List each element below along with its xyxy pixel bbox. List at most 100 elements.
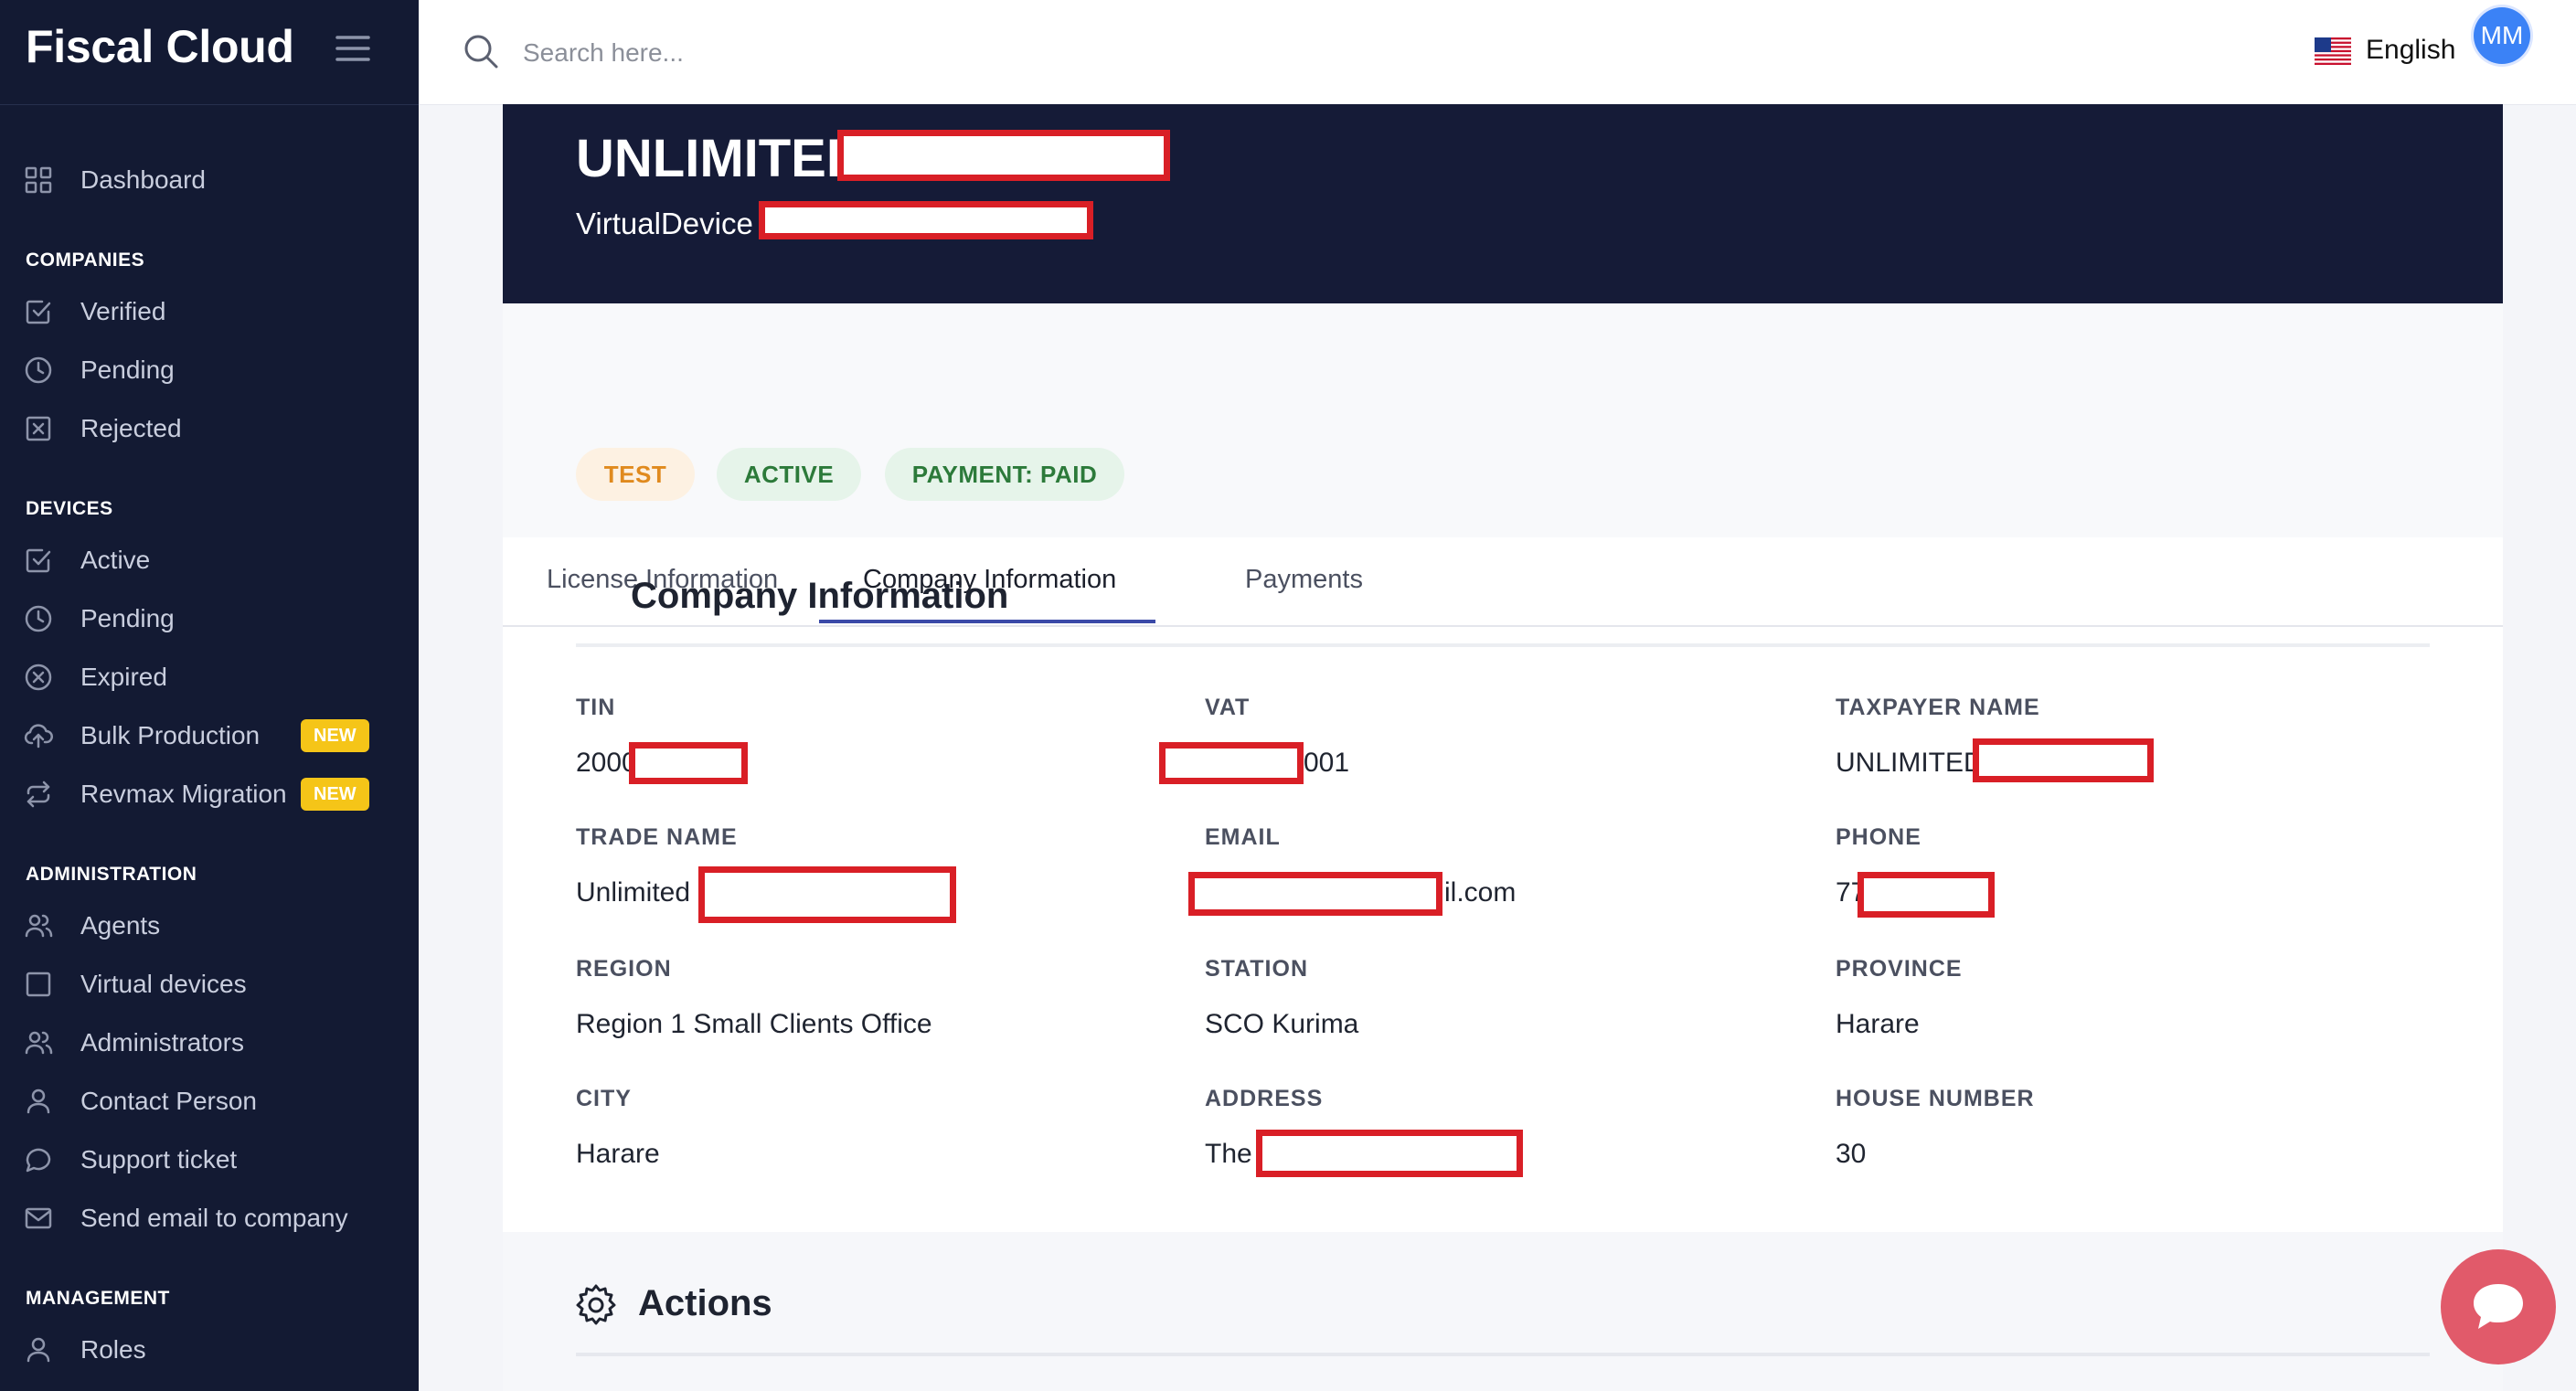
active-tab-indicator	[819, 620, 1155, 623]
section-title: Company Information	[631, 576, 1009, 616]
field-label-region: REGION	[576, 956, 672, 982]
field-value-taxpayer-name: UNLIMITED	[1836, 748, 1984, 778]
divider	[576, 643, 2430, 647]
language-label: English	[2366, 35, 2456, 65]
sidebar-item-send-email[interactable]: Send email to company	[0, 1193, 419, 1244]
field-value-house-number: 30	[1836, 1139, 1867, 1169]
field-value-region: Region 1 Small Clients Office	[576, 1009, 932, 1039]
tab-payments[interactable]: Payments	[1245, 565, 1363, 595]
sidebar-item-virtual-devices[interactable]: Virtual devices	[0, 959, 419, 1010]
sidebar-item-label: Contact Person	[80, 1087, 257, 1115]
search-icon	[463, 33, 499, 69]
redaction-box	[1159, 742, 1304, 784]
brand-bar: Fiscal Cloud	[0, 0, 419, 105]
hamburger-icon[interactable]	[335, 33, 371, 64]
status-badge-payment: PAYMENT: PAID	[885, 448, 1124, 501]
user-icon	[24, 1335, 53, 1364]
sidebar-item-support-ticket[interactable]: Support ticket	[0, 1134, 419, 1185]
field-label-trade-name: TRADE NAME	[576, 824, 738, 850]
field-value-station: SCO Kurima	[1205, 1009, 1359, 1039]
square-icon	[24, 970, 53, 999]
clock-icon	[24, 356, 53, 385]
status-chips-row: TEST ACTIVE PAYMENT: PAID	[503, 303, 2503, 538]
sidebar-item-label: Expired	[80, 663, 167, 691]
sidebar-item-label: Roles	[80, 1335, 146, 1364]
sidebar-item-label: Administrators	[80, 1028, 244, 1057]
sidebar-item-label: Virtual devices	[80, 970, 247, 998]
sidebar: Fiscal Cloud Dashboard COMPANIES Verifie…	[0, 0, 419, 1391]
sidebar-item-companies-pending[interactable]: Pending	[0, 345, 419, 396]
search-input[interactable]	[521, 27, 1073, 79]
field-value-address: The	[1205, 1139, 1252, 1169]
sidebar-item-devices-expired[interactable]: Expired	[0, 652, 419, 703]
field-value-tin: 2000	[576, 748, 637, 778]
message-circle-icon	[24, 1145, 53, 1174]
redaction-box	[759, 201, 1093, 239]
sidebar-item-devices-active[interactable]: Active	[0, 535, 419, 586]
sidebar-item-dashboard[interactable]: Dashboard	[0, 154, 419, 206]
new-badge: NEW	[301, 719, 369, 752]
status-badge-active: ACTIVE	[717, 448, 861, 501]
field-value-province: Harare	[1836, 1009, 1920, 1039]
actions-heading: Actions	[638, 1283, 772, 1323]
sidebar-item-companies-rejected[interactable]: Rejected	[0, 403, 419, 454]
section-heading-administration: ADMINISTRATION	[26, 864, 197, 885]
repeat-arrows-icon	[24, 780, 53, 809]
sidebar-item-companies-verified[interactable]: Verified	[0, 286, 419, 337]
redaction-box	[698, 866, 956, 923]
divider	[576, 1353, 2430, 1356]
cloud-upload-icon	[24, 721, 53, 750]
checkbox-check-icon	[24, 546, 53, 575]
sidebar-item-label: Pending	[80, 356, 175, 384]
sidebar-item-revmax-migration[interactable]: Revmax Migration NEW	[0, 769, 419, 820]
redaction-box	[1857, 872, 1995, 918]
sidebar-item-label: Send email to company	[80, 1204, 348, 1232]
status-badge-test: TEST	[576, 448, 695, 501]
gear-icon	[574, 1283, 618, 1327]
sidebar-item-label: Support ticket	[80, 1145, 238, 1173]
sidebar-item-contact-person[interactable]: Contact Person	[0, 1076, 419, 1127]
us-flag-icon	[2315, 37, 2351, 65]
device-title: UNLIMITED	[576, 129, 865, 188]
sidebar-item-roles[interactable]: Roles	[0, 1324, 419, 1375]
field-label-station: STATION	[1205, 956, 1309, 982]
field-value-city: Harare	[576, 1139, 660, 1169]
brand-logo-text: Fiscal Cloud	[26, 21, 294, 72]
field-label-city: CITY	[576, 1086, 632, 1111]
chat-button[interactable]	[2441, 1249, 2556, 1364]
sidebar-item-label: Pending	[80, 604, 175, 632]
redaction-box	[1188, 872, 1442, 916]
sidebar-item-devices-pending[interactable]: Pending	[0, 593, 419, 644]
avatar[interactable]: MM	[2474, 7, 2530, 64]
mail-icon	[24, 1204, 53, 1233]
sidebar-item-label: Active	[80, 546, 151, 574]
section-heading-companies: COMPANIES	[26, 250, 145, 271]
users-icon	[24, 1028, 53, 1057]
field-label-vat: VAT	[1205, 695, 1251, 720]
new-badge: NEW	[301, 778, 369, 811]
field-label-house-number: HOUSE NUMBER	[1836, 1086, 2035, 1111]
sidebar-item-bulk-production[interactable]: Bulk Production NEW	[0, 710, 419, 761]
field-label-phone: PHONE	[1836, 824, 1921, 850]
sidebar-item-label: Agents	[80, 911, 161, 940]
redaction-box	[1973, 738, 2154, 782]
sidebar-item-agents[interactable]: Agents	[0, 900, 419, 951]
x-square-icon	[24, 414, 53, 443]
sidebar-item-administrators[interactable]: Administrators	[0, 1017, 419, 1068]
users-icon	[24, 911, 53, 940]
sidebar-item-label: Rejected	[80, 414, 182, 442]
redaction-box	[629, 742, 748, 784]
field-label-province: PROVINCE	[1836, 956, 1963, 982]
top-bar: English MM	[419, 0, 2576, 105]
device-subtitle: VirtualDevice -	[576, 207, 772, 240]
section-heading-management: MANAGEMENT	[26, 1288, 170, 1309]
clock-icon	[24, 604, 53, 633]
field-label-address: ADDRESS	[1205, 1086, 1324, 1111]
sidebar-item-label: Bulk Production	[80, 721, 261, 749]
sidebar-item-label: Dashboard	[80, 165, 206, 194]
sidebar-item-label: Verified	[80, 297, 166, 325]
device-header: UNLIMITED VirtualDevice -	[503, 104, 2503, 303]
checkbox-check-icon	[24, 297, 53, 326]
field-label-email: EMAIL	[1205, 824, 1281, 850]
field-value-trade-name: Unlimited	[576, 877, 691, 908]
